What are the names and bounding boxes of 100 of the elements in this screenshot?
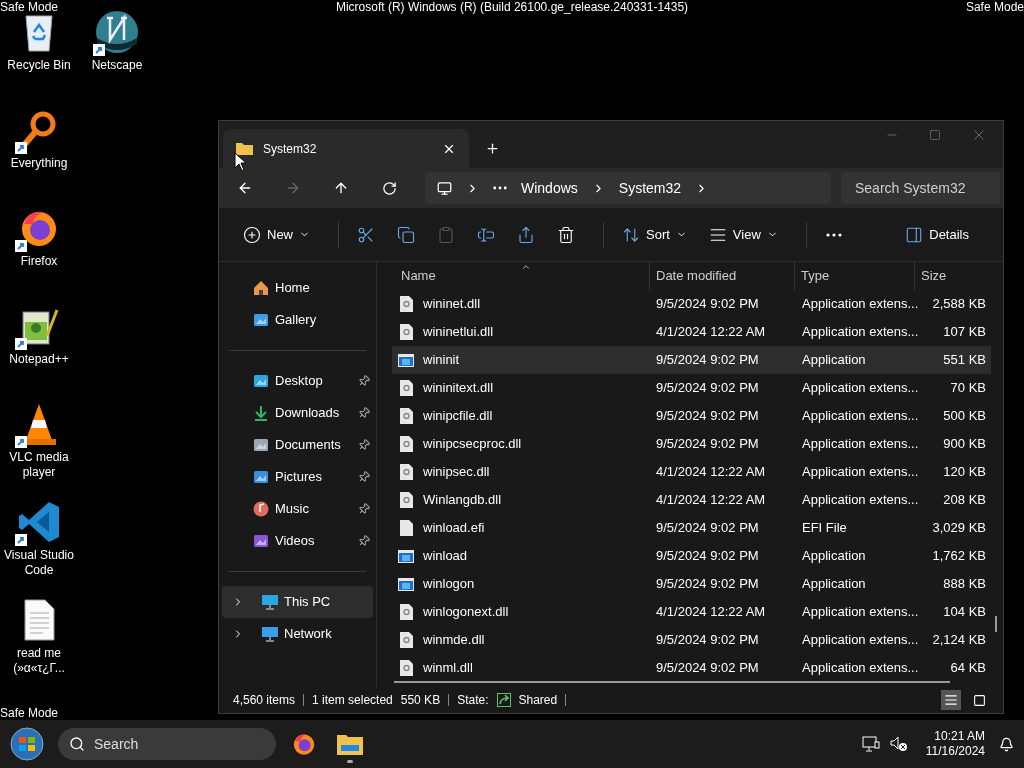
table-cell-text: 9/5/2024 9:02 PM xyxy=(655,519,760,538)
file-name: winipcsecproc.dll xyxy=(423,435,522,454)
details-view-button[interactable] xyxy=(941,690,961,710)
sidebar-item[interactable]: Pictures xyxy=(219,461,376,493)
column-header[interactable]: Size xyxy=(914,262,994,290)
refresh-icon[interactable] xyxy=(382,180,397,196)
start-orb-icon[interactable] xyxy=(10,727,44,761)
desktop-icon-label[interactable]: Firefox xyxy=(20,254,58,269)
table-cell-text: 208 KB xyxy=(942,491,986,510)
search-field[interactable]: Search System32 xyxy=(841,172,1000,204)
table-cell-text: Application extens... xyxy=(801,295,916,314)
text-file-icon xyxy=(23,599,55,641)
muted-speaker-icon[interactable] xyxy=(889,736,908,752)
up-icon[interactable] xyxy=(333,180,349,196)
view-button[interactable]: View xyxy=(702,218,784,251)
more-icon[interactable] xyxy=(493,186,507,190)
breadcrumb[interactable]: System32 xyxy=(618,177,682,199)
sidebar-item[interactable]: Downloads xyxy=(219,397,376,429)
file-row[interactable]: wininitext.dll 9/5/2024 9:02 PM Application extens... 70 KB xyxy=(392,374,991,402)
tab[interactable]: System32 xyxy=(223,129,469,168)
file-row[interactable]: wininetlui.dll 4/1/2024 12:22 AM Application extens... 107 KB xyxy=(392,318,991,346)
monitor-icon xyxy=(437,180,452,196)
more-icon[interactable] xyxy=(824,232,843,237)
image-icon xyxy=(253,312,269,328)
desktop-icon-label[interactable]: Everything xyxy=(10,156,68,171)
taskbar-search-field[interactable]: Search xyxy=(58,728,276,760)
table-cell-text: Application xyxy=(801,351,867,370)
desktop-icon-label[interactable]: Visual Studio Code xyxy=(0,548,78,578)
table-cell-text: Application extens... xyxy=(801,491,916,510)
new-button[interactable]: New xyxy=(237,218,316,251)
selection-size: 550 KB xyxy=(400,692,441,709)
file-row[interactable]: Winlangdb.dll 4/1/2024 12:22 AM Application extens... 208 KB xyxy=(392,486,991,514)
table-cell-text: 64 KB xyxy=(949,659,986,678)
sidebar-item[interactable]: Videos xyxy=(219,525,376,557)
column-header[interactable]: Name xyxy=(394,262,649,290)
safe-mode-label: Safe Mode xyxy=(0,705,59,722)
monitor-icon xyxy=(262,594,278,610)
document-icon xyxy=(253,437,269,453)
file-name: wininet.dll xyxy=(423,295,481,314)
file-row[interactable]: winipsec.dll 4/1/2024 12:22 AM Application extens... 120 KB xyxy=(392,458,991,486)
safe-mode-label: Safe Mode xyxy=(0,0,59,15)
file-row[interactable]: winipcsecproc.dll 9/5/2024 9:02 PM Application extens... 900 KB xyxy=(392,430,991,458)
file-row[interactable]: winlogon 9/5/2024 9:02 PM Application 888 KB xyxy=(392,570,991,598)
tree-item[interactable]: This PC xyxy=(222,586,373,618)
breadcrumb[interactable]: Windows xyxy=(521,177,578,199)
file-name: winload xyxy=(423,547,468,566)
tree-item[interactable]: Network xyxy=(222,618,373,650)
list-view-icon xyxy=(944,693,958,707)
table-cell-text: Application xyxy=(801,575,867,594)
file-row[interactable]: wininit 9/5/2024 9:02 PM Application 551 KB xyxy=(392,346,991,374)
file-row[interactable]: winload 9/5/2024 9:02 PM Application 1,762 KB xyxy=(392,542,991,570)
download-icon xyxy=(253,405,269,421)
back-icon[interactable] xyxy=(237,180,253,196)
video-icon xyxy=(253,533,269,549)
table-cell-text: 4/1/2024 12:22 AM xyxy=(655,463,767,482)
file-row[interactable]: wininet.dll 9/5/2024 9:02 PM Application extens... 2,588 KB xyxy=(392,290,991,318)
file-row[interactable]: winlogonext.dll 4/1/2024 12:22 AM Application extens... 104 KB xyxy=(392,598,991,626)
sidebar-item[interactable]: Desktop xyxy=(219,365,376,397)
file-row[interactable]: winload.efi 9/5/2024 9:02 PM EFI File 3,029 KB xyxy=(392,514,991,542)
table-cell-text: 4/1/2024 12:22 AM xyxy=(655,491,767,510)
dll-file-icon xyxy=(399,632,413,648)
sidebar-item[interactable]: Home xyxy=(219,272,376,304)
file-row[interactable]: winipcfile.dll 9/5/2024 9:02 PM Application extens... 500 KB xyxy=(392,402,991,430)
column-header[interactable]: Type xyxy=(794,262,914,290)
table-cell-text: 9/5/2024 9:02 PM xyxy=(655,435,760,454)
file-name: winlogon xyxy=(423,575,475,594)
sidebar-item[interactable]: Gallery xyxy=(219,304,376,336)
details-button[interactable]: Details xyxy=(899,218,975,251)
sidebar-item[interactable]: Documents xyxy=(219,429,376,461)
folder-icon xyxy=(337,733,363,755)
sidebar-item[interactable]: Music xyxy=(219,493,376,525)
forward-icon[interactable] xyxy=(285,180,301,196)
tiles-view-icon xyxy=(972,693,986,707)
build-title: Microsoft (R) Windows (R) (Build 26100.ge_release.240331-1435) xyxy=(335,0,689,15)
clock[interactable]: 10:21 AM 11/16/2024 xyxy=(925,729,985,759)
app-window-icon xyxy=(398,577,414,591)
table-cell-text: 9/5/2024 9:02 PM xyxy=(655,351,760,370)
desktop-icon-label[interactable]: Notepad++ xyxy=(9,352,69,367)
address-bar[interactable]: Windows System32 xyxy=(425,172,831,204)
desktop-icon-label[interactable]: read me (»α«τ¿Γ... xyxy=(0,646,78,676)
network-icon[interactable] xyxy=(861,736,880,752)
desktop-icon-label[interactable]: VLC media player xyxy=(0,450,78,480)
notification-icon[interactable] xyxy=(999,736,1014,752)
table-cell-text: 4/1/2024 12:22 AM xyxy=(655,603,767,622)
new-tab-icon[interactable] xyxy=(485,141,500,156)
file-name: Winlangdb.dll xyxy=(423,491,502,510)
sort-button[interactable]: Sort xyxy=(616,218,693,251)
desktop-icon-label[interactable]: Recycle Bin xyxy=(7,58,71,73)
table-cell-text: 3,029 KB xyxy=(931,519,986,538)
horizontal-scrollbar[interactable] xyxy=(394,681,950,683)
item-count: 4,560 items xyxy=(233,692,296,709)
file-row[interactable]: winmde.dll 9/5/2024 9:02 PM Application extens... 2,124 KB xyxy=(392,626,991,654)
table-cell-text: 104 KB xyxy=(942,603,986,622)
maximize-icon[interactable] xyxy=(929,129,941,141)
desktop-icon-label[interactable]: Netscape xyxy=(91,58,143,73)
file-row[interactable]: winml.dll 9/5/2024 9:02 PM Application extens... 64 KB xyxy=(392,654,991,682)
dll-file-icon xyxy=(399,380,413,396)
file-name: winload.efi xyxy=(423,519,485,538)
column-header[interactable]: Date modified xyxy=(649,262,794,290)
vertical-scrollbar[interactable] xyxy=(995,616,997,632)
